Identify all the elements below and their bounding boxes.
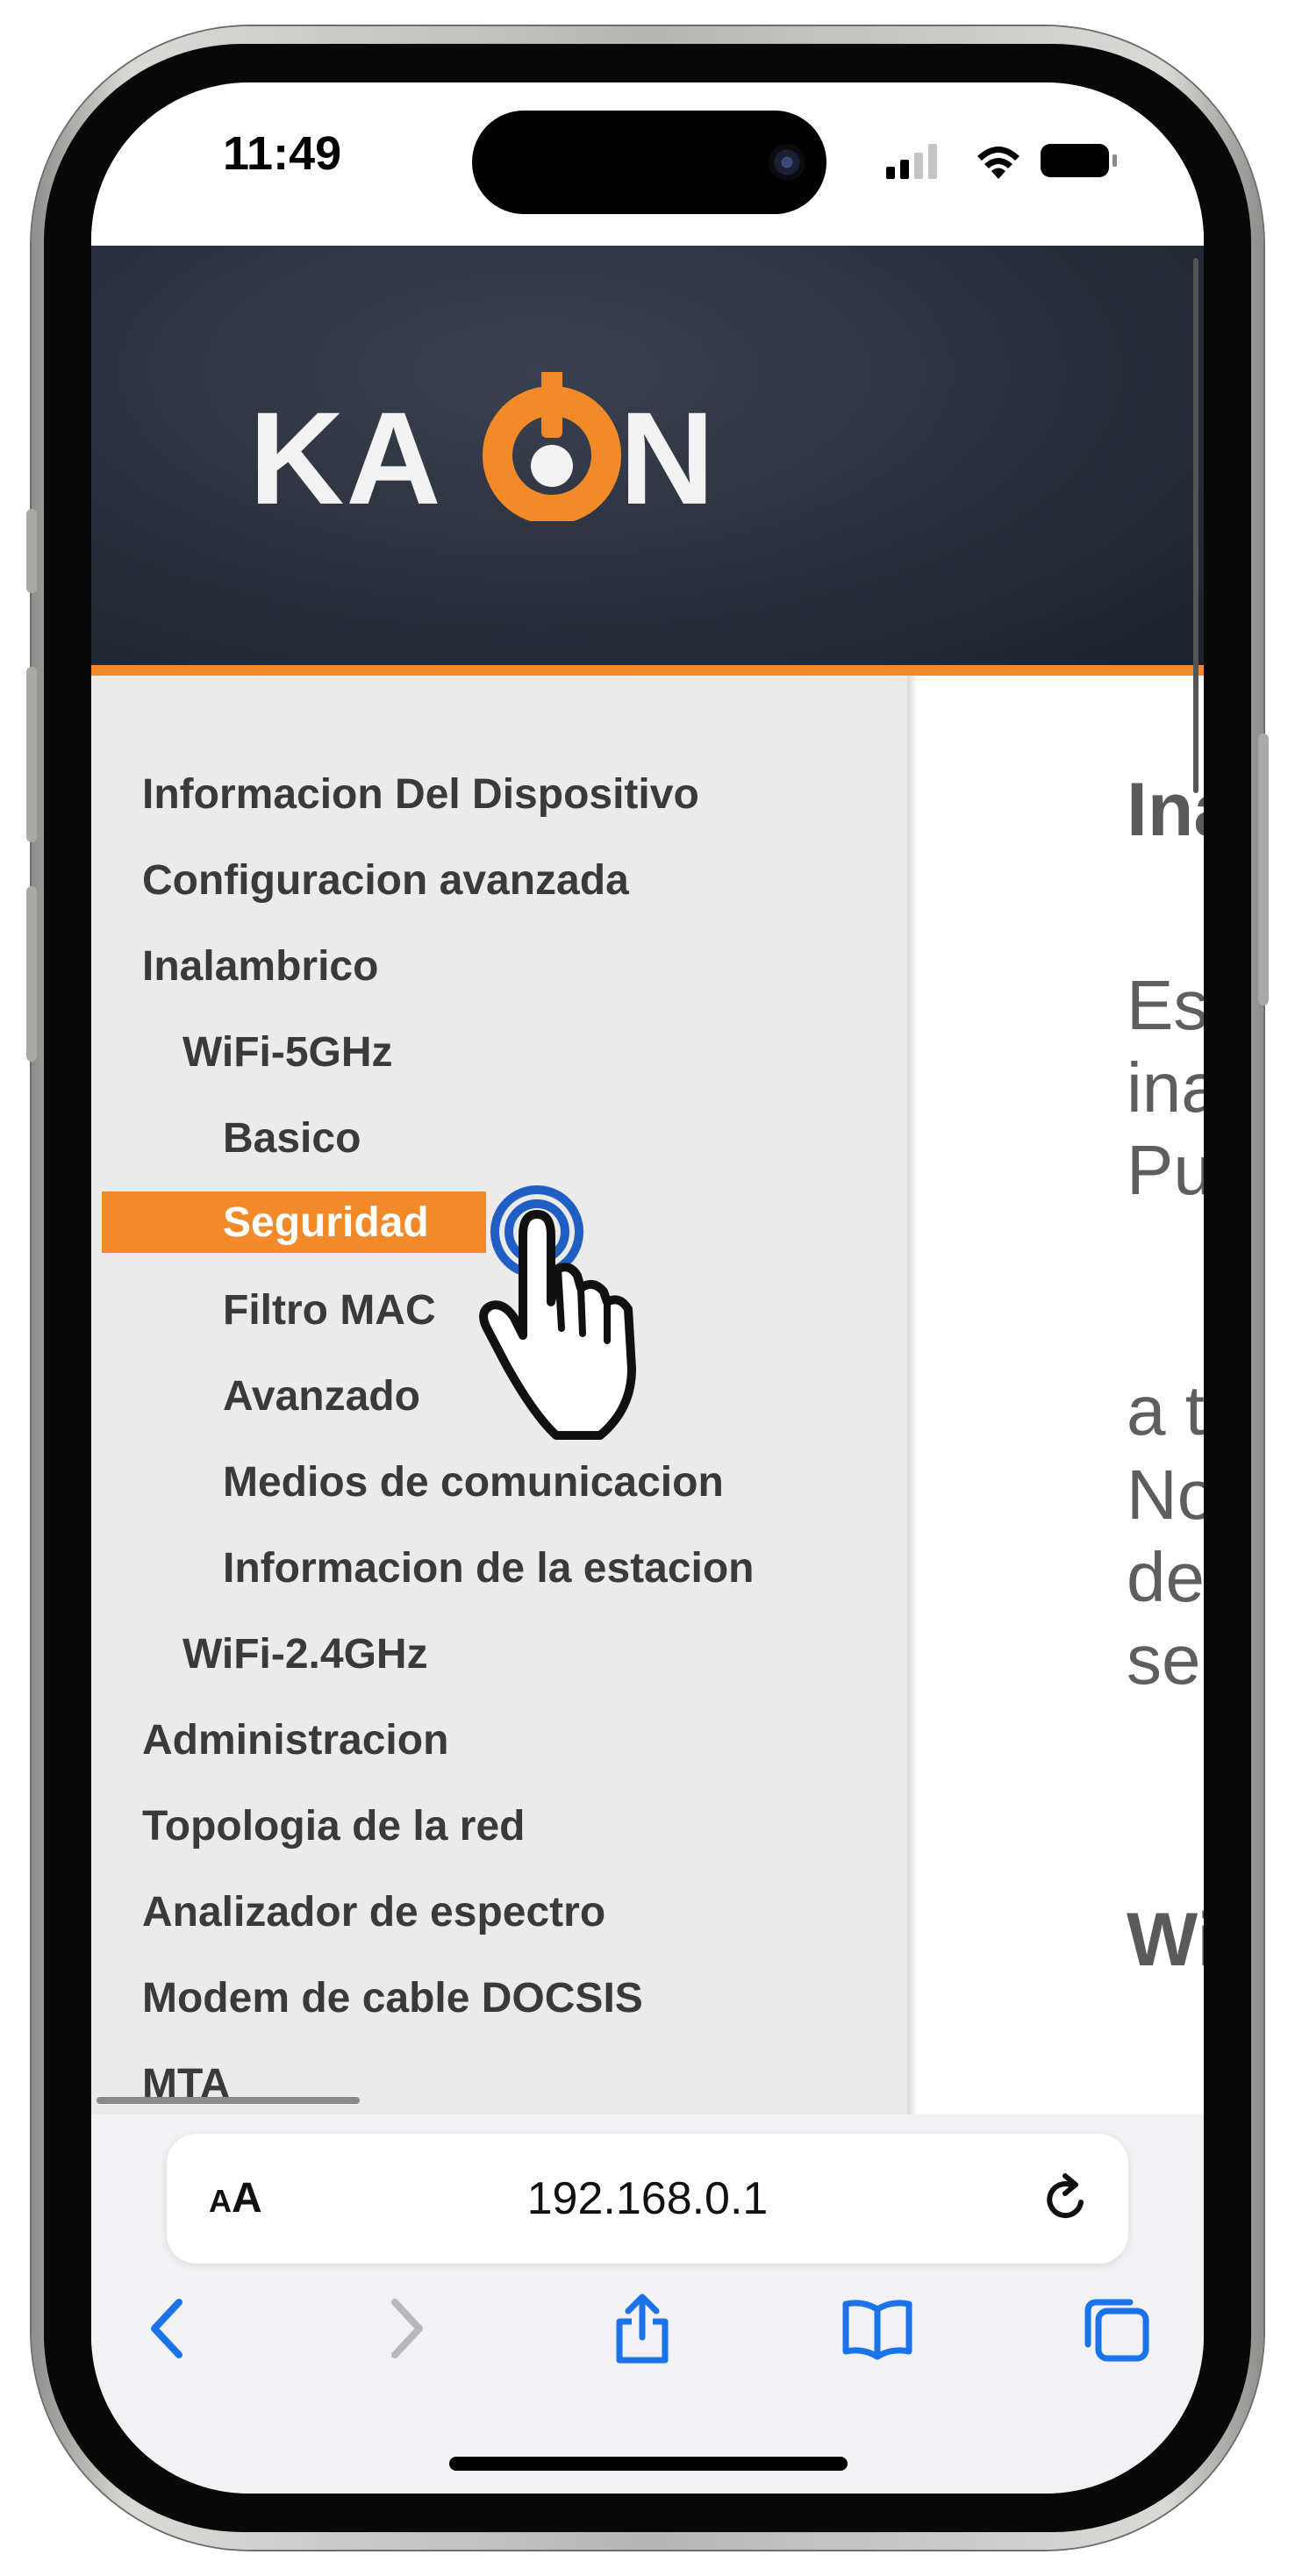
nav-item-wifi-5ghz[interactable]: WiFi-5GHz [182,1021,393,1084]
nav-item-modem-de-cable-docsis[interactable]: Modem de cable DOCSIS [142,1967,643,2030]
svg-text:KA: KA [249,384,443,521]
volume-down-button [26,886,37,1062]
forward-chevron-right-icon[interactable] [368,2293,439,2364]
nav-item-informacion-de-la-estacion[interactable]: Informacion de la estacion [223,1537,754,1600]
wifi-icon [977,147,1020,179]
reload-icon[interactable] [1041,2172,1093,2225]
url-text: 192.168.0.1 [526,2173,769,2224]
action-button [26,509,37,593]
dynamic-island [472,111,826,214]
battery-icon [1041,144,1117,177]
bookmarks-book-icon[interactable] [842,2293,912,2364]
content-line: No [1127,1456,1204,1534]
content-line: a t [1127,1371,1204,1449]
volume-up-button [26,667,37,842]
kaon-logo: KA N [249,372,714,521]
power-button [1258,733,1269,1005]
nav-item-mta[interactable]: MTA [142,2053,230,2116]
camera-icon [769,144,805,181]
home-indicator[interactable] [449,2457,848,2471]
tabs-icon[interactable] [1081,2293,1151,2364]
content-line: se [1127,1621,1201,1699]
svg-text:N: N [619,384,714,521]
nav-item-filtro-mac[interactable]: Filtro MAC [223,1279,436,1342]
content-line: Es [1127,966,1204,1044]
address-bar[interactable]: AA 192.168.0.1 [167,2134,1128,2264]
content-line: Pu [1127,1131,1204,1209]
content-line: de [1127,1538,1204,1616]
nav-item-administracion[interactable]: Administracion [142,1709,448,1772]
content-divider [907,676,918,2114]
content-line: ina [1127,1048,1204,1127]
share-icon[interactable] [607,2293,677,2364]
content-heading: Ina [1127,768,1204,852]
horizontal-scrollbar[interactable] [97,2097,360,2104]
vertical-scrollbar[interactable] [1193,258,1198,793]
nav-item-basico[interactable]: Basico [223,1107,361,1170]
nav-item-wifi-24ghz[interactable]: WiFi-2.4GHz [182,1623,428,1686]
nav-item-topologia-de-la-red[interactable]: Topologia de la red [142,1795,525,1858]
cellular-signal-icon [886,144,937,179]
back-chevron-left-icon[interactable] [135,2293,205,2364]
nav-item-analizador-de-espectro[interactable]: Analizador de espectro [142,1881,605,1944]
nav-item-inalambrico[interactable]: Inalambrico [142,935,378,998]
status-time: 11:49 [223,127,342,180]
content-subheading: Wi [1127,1898,1204,1982]
status-bar: 11:49 [91,82,1204,246]
banner-accent-stripe [91,665,1204,676]
nav-item-seguridad[interactable]: Seguridad [223,1191,429,1255]
screen: 11:49 KA N Informacion Del Dispositivo C… [91,82,1204,2494]
status-icons [886,144,1117,179]
nav-item-informacion-del-dispositivo[interactable]: Informacion Del Dispositivo [142,763,699,826]
nav-item-configuracion-avanzada[interactable]: Configuracion avanzada [142,849,629,912]
nav-item-avanzado[interactable]: Avanzado [223,1365,420,1428]
tap-hand-cursor-icon [479,1185,636,1440]
